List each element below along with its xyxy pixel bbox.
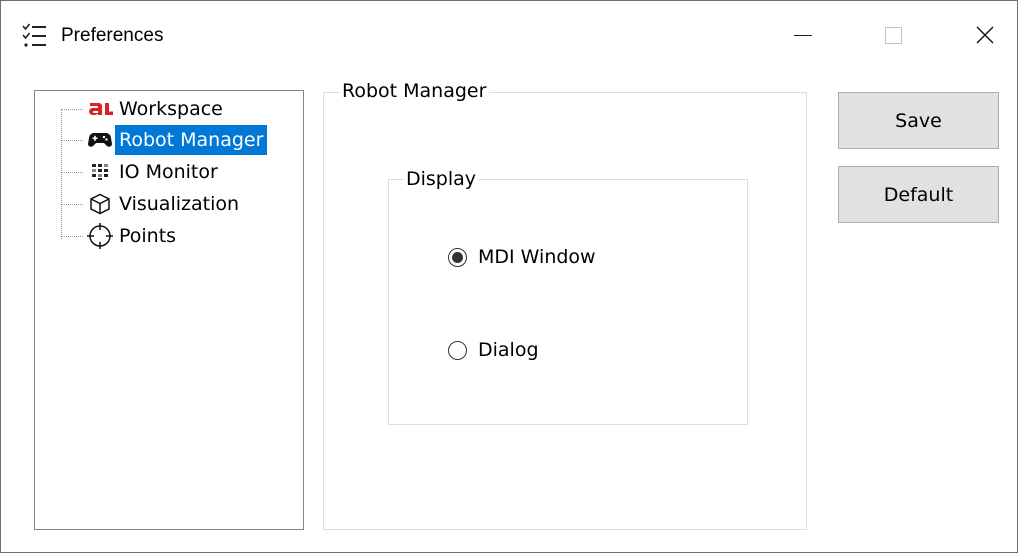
crosshair-icon: [87, 223, 113, 249]
dialog-label: Dialog: [478, 339, 539, 361]
radio-circle[interactable]: [448, 247, 467, 267]
io-grid-icon: [92, 164, 108, 180]
robot-manager-group-title: Robot Manager: [339, 80, 490, 102]
tree-item-io-monitor[interactable]: IO Monitor: [61, 158, 222, 186]
close-icon: [976, 26, 994, 44]
mdi-window-radio[interactable]: MDI Window: [448, 246, 596, 268]
dialog-radio[interactable]: Dialog: [448, 339, 539, 361]
minimize-icon: [794, 34, 812, 36]
save-button[interactable]: Save: [838, 92, 999, 149]
display-group-title: Display: [403, 168, 480, 190]
gamepad-icon: [88, 133, 112, 147]
minimize-button[interactable]: [771, 9, 835, 61]
tree-item-workspace[interactable]: Workspace: [61, 95, 227, 123]
tree-branch-line: [61, 235, 83, 237]
tree-branch-line: [61, 108, 83, 110]
tree-item-label: Robot Manager: [115, 125, 268, 155]
workspace-logo-icon: [89, 103, 113, 116]
preferences-tree[interactable]: Workspace Robot Manager IO Monitor Visua…: [34, 90, 304, 530]
maximize-icon: [884, 26, 902, 44]
close-button[interactable]: [953, 9, 1017, 61]
tree-item-robot-manager[interactable]: Robot Manager: [61, 125, 268, 155]
default-button[interactable]: Default: [838, 166, 999, 223]
radio-selected-dot: [452, 251, 463, 263]
title-bar[interactable]: Preferences: [1, 1, 1017, 71]
tree-branch-line: [61, 139, 83, 141]
display-group: [388, 179, 748, 425]
cube-icon: [90, 193, 110, 215]
tree-branch-line: [61, 171, 83, 173]
tree-item-visualization[interactable]: Visualization: [61, 190, 243, 218]
preferences-window: Preferences Workspace Robot Manager IO M…: [0, 0, 1018, 553]
maximize-button[interactable]: [861, 9, 925, 61]
tree-item-label: Points: [119, 225, 177, 247]
tree-item-label: Visualization: [119, 193, 240, 215]
tree-branch-line: [61, 203, 83, 205]
tree-item-label: IO Monitor: [119, 161, 218, 183]
tree-item-label: Workspace: [119, 98, 223, 120]
checklist-icon: [22, 23, 46, 47]
window-title: Preferences: [61, 25, 164, 46]
radio-circle[interactable]: [448, 340, 467, 360]
mdi-window-label: MDI Window: [478, 246, 596, 268]
tree-item-points[interactable]: Points: [61, 222, 180, 250]
